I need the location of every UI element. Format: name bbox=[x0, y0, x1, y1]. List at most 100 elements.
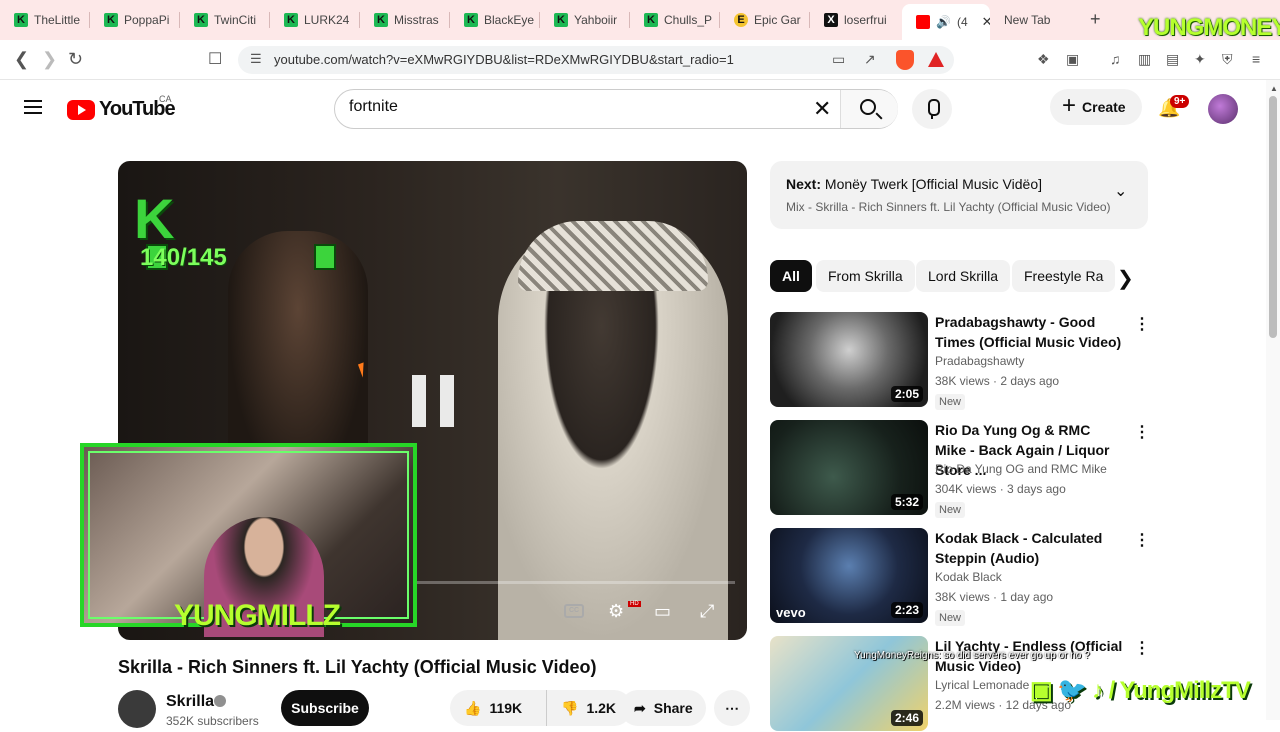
scroll-up-icon[interactable]: ▲ bbox=[1270, 84, 1278, 93]
extensions-icon[interactable]: ❖ bbox=[1037, 51, 1050, 68]
share-page-icon[interactable]: ↗ bbox=[864, 51, 876, 68]
hd-badge: HD bbox=[628, 601, 641, 607]
more-actions-button[interactable]: ⋯ bbox=[714, 690, 750, 726]
kebab-menu-icon[interactable]: ⋮ bbox=[1134, 422, 1150, 442]
duration-badge: 2:23 bbox=[890, 602, 923, 618]
close-tab-icon[interactable]: ✕ bbox=[982, 14, 990, 30]
hamburger-menu-icon[interactable] bbox=[24, 100, 42, 114]
recommendation-item[interactable]: vevo 2:23 Kodak Black - Calculated Steppi… bbox=[770, 528, 1150, 626]
create-button[interactable]: + Create bbox=[1050, 89, 1142, 125]
x-icon: X bbox=[824, 13, 838, 27]
thumbs-down-icon: 👎 bbox=[561, 699, 579, 716]
video-thumbnail[interactable]: 2:05 bbox=[770, 312, 928, 407]
social-icons: ▣ 🐦 ♪ bbox=[1030, 677, 1109, 704]
youtube-logo[interactable]: YouTube CA bbox=[67, 94, 176, 121]
media-icon[interactable]: ♫ bbox=[1110, 51, 1121, 67]
plus-icon: + bbox=[1062, 91, 1077, 119]
webcam-overlay: YUNGMILLZ bbox=[80, 443, 417, 637]
fullscreen-icon[interactable]: ⤢ bbox=[700, 601, 714, 622]
page-scrollbar[interactable]: ▲ bbox=[1266, 80, 1280, 720]
up-next-panel[interactable]: Next: Monëy Twerk [Official Music Vidëo]… bbox=[770, 161, 1148, 229]
browser-tab[interactable]: Xloserfrui bbox=[810, 6, 900, 34]
site-settings-icon[interactable]: ☰ bbox=[250, 51, 262, 67]
browser-tab[interactable]: K TheLittle bbox=[0, 6, 90, 34]
bookmark-icon[interactable]: ☐ bbox=[208, 49, 222, 69]
url-text: youtube.com/watch?v=eXMwRGIYDBU&list=RDe… bbox=[274, 52, 734, 67]
kick-goal-count: 140/145 bbox=[140, 244, 227, 271]
brave-shield-icon[interactable] bbox=[896, 50, 914, 70]
browser-tab[interactable]: K LURK24 bbox=[270, 6, 360, 34]
stream-overlay-logo: YUNGMONEY bbox=[1138, 14, 1280, 41]
duration-badge: 2:05 bbox=[890, 386, 923, 402]
webcam-name: YUNGMILLZ bbox=[174, 599, 341, 632]
theater-mode-icon[interactable]: ▭ bbox=[654, 601, 671, 622]
scrollbar-thumb[interactable] bbox=[1269, 96, 1277, 338]
kick-icon: K bbox=[284, 13, 298, 27]
cast-icon[interactable]: ▭ bbox=[832, 51, 845, 68]
browser-tab[interactable]: K Chulls_P bbox=[630, 6, 720, 34]
share-button[interactable]: ➦ Share bbox=[620, 690, 706, 726]
kebab-menu-icon[interactable]: ⋮ bbox=[1134, 314, 1150, 334]
forward-icon[interactable]: ❯ bbox=[42, 49, 57, 70]
clear-search-icon[interactable]: ✕ bbox=[813, 96, 831, 122]
sidebar-icon[interactable]: ▥ bbox=[1138, 51, 1151, 68]
rec-channel[interactable]: Pradabagshawty bbox=[935, 354, 1024, 368]
rec-title[interactable]: Kodak Black - Calculated Steppin (Audio) bbox=[935, 528, 1125, 568]
chevron-down-icon[interactable]: ⌄ bbox=[1114, 181, 1127, 201]
voice-search-icon[interactable] bbox=[912, 89, 952, 129]
search-input[interactable] bbox=[349, 98, 799, 116]
browser-tab-active[interactable]: 🔊 (4 ✕ bbox=[902, 4, 990, 40]
rec-channel[interactable]: Kodak Black bbox=[935, 570, 1002, 584]
reload-icon[interactable]: ↻ bbox=[68, 49, 83, 70]
rec-title[interactable]: Pradabagshawty - Good Times (Official Mu… bbox=[935, 312, 1125, 352]
browser-tab[interactable]: K Misstras bbox=[360, 6, 450, 34]
menu-icon[interactable]: ≡ bbox=[1252, 51, 1260, 67]
vevo-logo: vevo bbox=[776, 605, 806, 620]
kick-icon: K bbox=[554, 13, 568, 27]
duration-badge: 2:46 bbox=[890, 710, 923, 726]
browser-tab[interactable]: K TwinCiti bbox=[180, 6, 270, 34]
pause-icon[interactable] bbox=[412, 375, 454, 427]
chip-from-skrilla[interactable]: From Skrilla bbox=[816, 260, 915, 292]
url-field[interactable]: ☰ youtube.com/watch?v=eXMwRGIYDBU&list=R… bbox=[238, 46, 954, 74]
chip-lord-skrilla[interactable]: Lord Skrilla bbox=[916, 260, 1011, 292]
search-button[interactable] bbox=[840, 90, 898, 128]
account-avatar[interactable] bbox=[1208, 94, 1238, 124]
browser-tab[interactable]: K Yahboiir bbox=[540, 6, 630, 34]
chip-all[interactable]: All bbox=[770, 260, 812, 292]
rec-channel[interactable]: Rio Da Yung OG and RMC Mike bbox=[935, 462, 1107, 476]
channel-avatar[interactable] bbox=[118, 690, 156, 728]
kick-icon: K bbox=[374, 13, 388, 27]
back-icon[interactable]: ❮ bbox=[14, 49, 29, 70]
kebab-menu-icon[interactable]: ⋮ bbox=[1134, 638, 1150, 658]
chevron-right-icon[interactable]: ❯ bbox=[1117, 266, 1134, 291]
video-thumbnail[interactable]: vevo 2:23 bbox=[770, 528, 928, 623]
vpn-icon[interactable]: ⛨ bbox=[1222, 51, 1233, 68]
rec-meta: 38K views · 2 days ago bbox=[935, 374, 1060, 388]
browser-tab[interactable]: New Tab bbox=[990, 6, 1080, 34]
rec-channel[interactable]: Lyrical Lemonade bbox=[935, 678, 1029, 692]
recommendation-item[interactable]: 5:32 Rio Da Yung Og & RMC Mike - Back Ag… bbox=[770, 420, 1150, 518]
browser-tab[interactable]: K BlackEye bbox=[450, 6, 540, 34]
leo-ai-icon[interactable]: ✦ bbox=[1194, 51, 1206, 68]
tab-search-icon[interactable]: ▣ bbox=[1066, 51, 1079, 68]
browser-tab[interactable]: K PoppaPi bbox=[90, 6, 180, 34]
new-tab-button[interactable]: + bbox=[1090, 9, 1101, 30]
subtitles-icon[interactable]: CC bbox=[564, 604, 584, 618]
recommendation-item[interactable]: 2:05 Pradabagshawty - Good Times (Offici… bbox=[770, 312, 1150, 410]
subscribe-button[interactable]: Subscribe bbox=[281, 690, 369, 726]
brave-rewards-icon[interactable] bbox=[928, 52, 944, 67]
video-thumbnail[interactable]: 5:32 bbox=[770, 420, 928, 515]
kick-icon: K bbox=[14, 13, 28, 27]
chip-freestyle-rap[interactable]: Freestyle Ra bbox=[1012, 260, 1116, 292]
channel-name[interactable]: Skrilla bbox=[166, 693, 214, 711]
youtube-header: YouTube CA ✕ +Create 🔔 9+ bbox=[0, 80, 1264, 138]
settings-icon[interactable]: ⚙ bbox=[608, 601, 624, 622]
epic-games-icon: E bbox=[734, 13, 748, 27]
kebab-menu-icon[interactable]: ⋮ bbox=[1134, 530, 1150, 550]
browser-tab[interactable]: E Epic Gar bbox=[720, 6, 810, 34]
like-button[interactable]: 👍 119K bbox=[450, 690, 546, 726]
kick-icon: K bbox=[644, 13, 658, 27]
video-title: Skrilla - Rich Sinners ft. Lil Yachty (O… bbox=[118, 657, 597, 677]
wallet-icon[interactable]: ▤ bbox=[1166, 51, 1179, 68]
